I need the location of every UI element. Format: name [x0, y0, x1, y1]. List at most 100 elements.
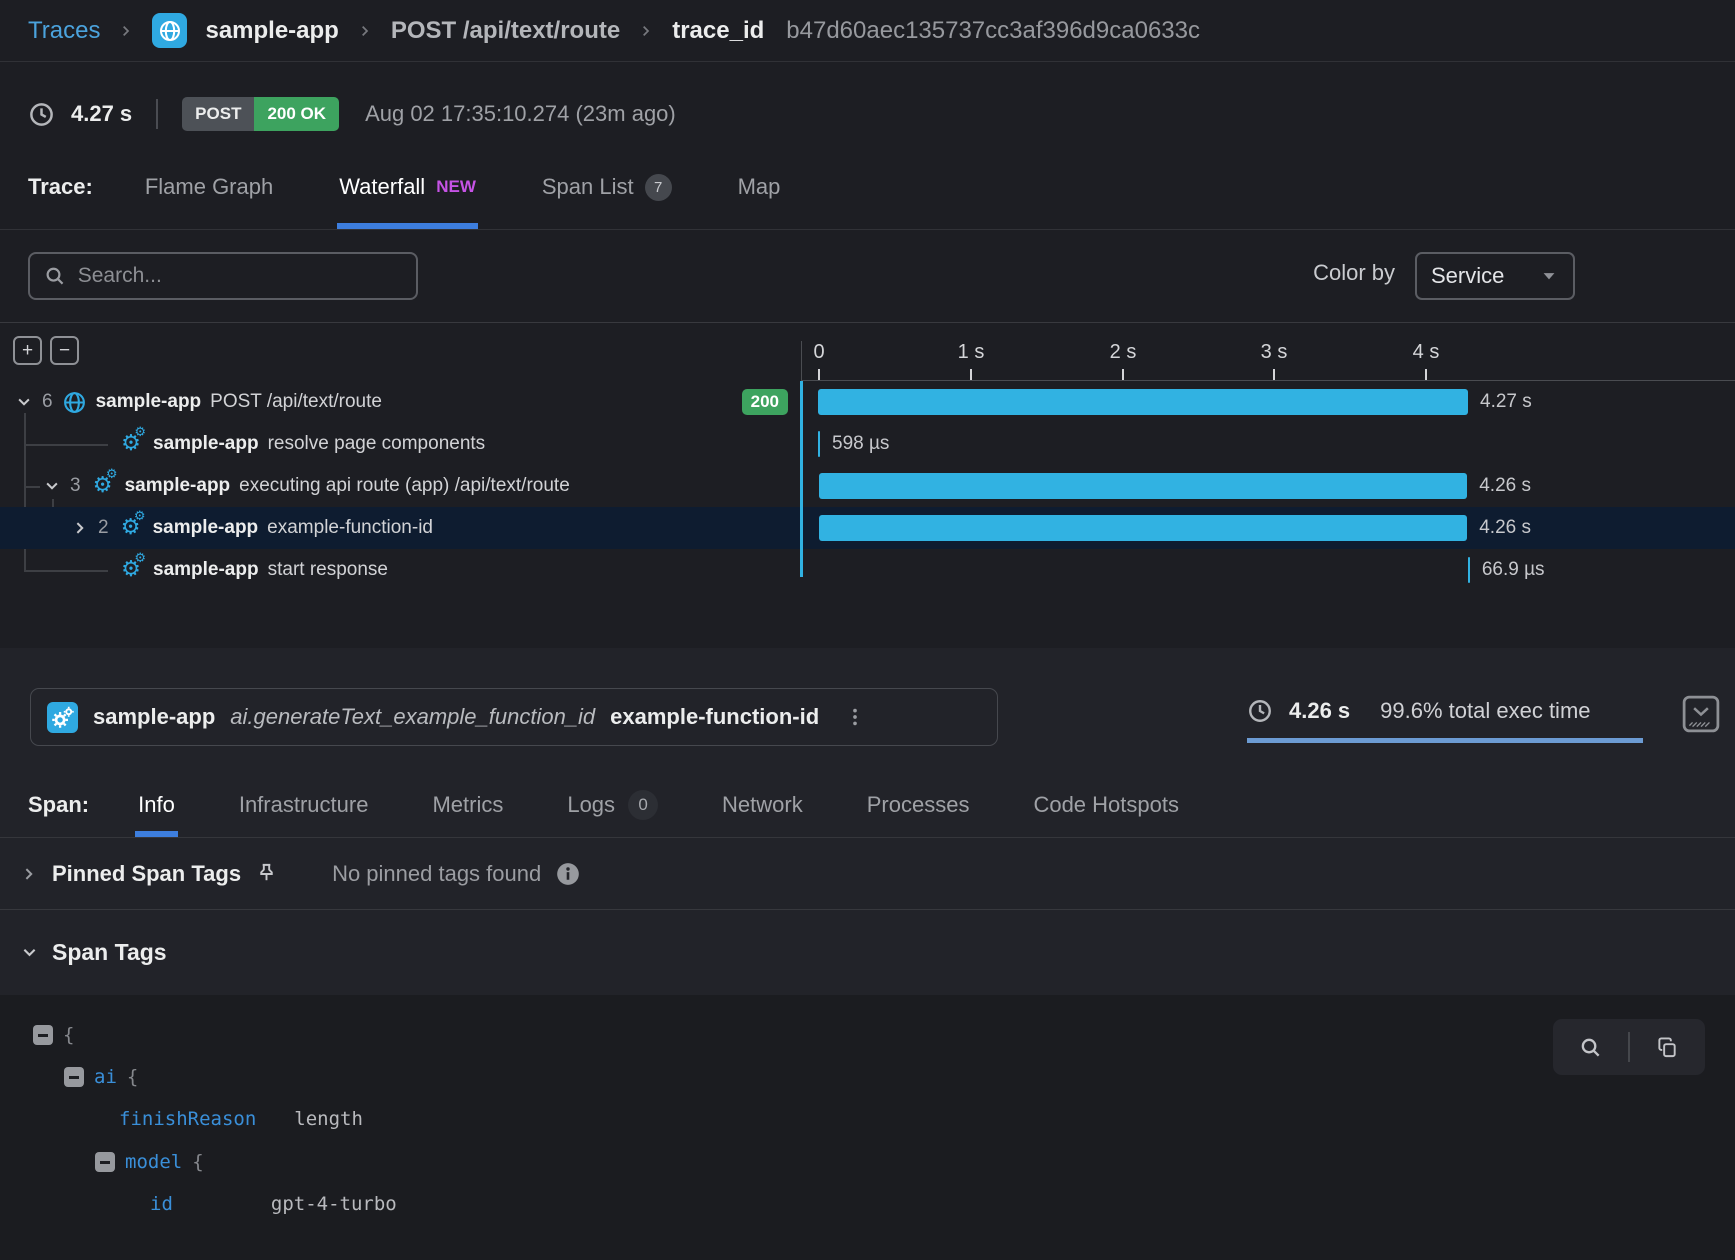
- span-bar[interactable]: [819, 515, 1467, 541]
- tab-logs[interactable]: Logs 0: [564, 772, 661, 837]
- collapse-panel-icon[interactable]: [1682, 695, 1720, 733]
- tab-waterfall[interactable]: Waterfall NEW: [339, 145, 476, 229]
- collapse-node-icon[interactable]: [95, 1152, 115, 1172]
- span-row[interactable]: 3 ⚙⚙ sample-app executing api route (app…: [0, 465, 1735, 507]
- copy-icon: [1656, 1036, 1679, 1059]
- json-search-button[interactable]: [1553, 1019, 1628, 1075]
- tab-label: Processes: [867, 792, 970, 818]
- tab-flame-graph[interactable]: Flame Graph: [145, 145, 273, 229]
- logs-count-badge: 0: [628, 790, 658, 820]
- chevron-right-icon: [118, 23, 134, 39]
- axis-tick-label: 2 s: [1110, 341, 1137, 364]
- span-duration: 4.26 s: [1479, 517, 1531, 539]
- tab-map[interactable]: Map: [738, 145, 781, 229]
- color-by-select[interactable]: Service: [1415, 252, 1575, 300]
- tab-info[interactable]: Info: [135, 772, 178, 837]
- tab-metrics[interactable]: Metrics: [429, 772, 506, 837]
- caret-down-icon: [1539, 266, 1559, 286]
- tab-label: Code Hotspots: [1033, 792, 1179, 818]
- timeline-cell: 4.26 s: [801, 507, 1735, 549]
- tab-label: Logs: [567, 792, 615, 818]
- json-copy-button[interactable]: [1630, 1019, 1705, 1075]
- info-icon[interactable]: [555, 861, 581, 887]
- child-count: 2: [98, 517, 109, 539]
- axis-tick-mark: [1122, 369, 1124, 380]
- tab-label: Waterfall: [339, 174, 425, 200]
- span-row[interactable]: ⚙⚙ sample-app resolve page components 59…: [0, 423, 1735, 465]
- span-row[interactable]: 6 sample-app POST /api/text/route 200 4.…: [0, 381, 1735, 423]
- chevron-right-icon: [638, 23, 654, 39]
- exec-time-percent: 99.6% total exec time: [1380, 698, 1590, 724]
- tree-expand-controls: + −: [13, 336, 79, 365]
- color-by-label: Color by: [1313, 260, 1395, 286]
- json-brace: {: [63, 1024, 74, 1046]
- span-detail-panel: sample-app ai.generateText_example_funct…: [0, 648, 1735, 1260]
- chevron-right-icon[interactable]: [20, 865, 38, 883]
- tab-label: Span List: [542, 174, 634, 200]
- collapse-node-icon[interactable]: [64, 1067, 84, 1087]
- pinned-span-tags-row[interactable]: Pinned Span Tags No pinned tags found: [0, 838, 1735, 910]
- collapse-all-button[interactable]: −: [50, 336, 79, 365]
- span-card-resource: example-function-id: [610, 704, 819, 730]
- kebab-menu-icon[interactable]: [844, 706, 866, 728]
- span-duration: 598 µs: [832, 433, 889, 455]
- breadcrumb-trace-id-label: trace_id: [672, 17, 764, 45]
- json-node-root: {: [33, 1015, 74, 1055]
- span-row[interactable]: ⚙⚙ sample-app start response 66.9 µs: [0, 549, 1735, 591]
- axis-tick-label: 3 s: [1261, 341, 1288, 364]
- span-bar[interactable]: [818, 431, 820, 457]
- pinned-empty-text: No pinned tags found: [332, 861, 541, 887]
- span-tags-header[interactable]: Span Tags: [0, 910, 1735, 995]
- selected-span-card[interactable]: sample-app ai.generateText_example_funct…: [30, 688, 998, 746]
- span-tabs-label: Span:: [28, 792, 89, 818]
- span-row-selected[interactable]: 2 ⚙⚙ sample-app example-function-id 4.26…: [0, 507, 1735, 549]
- service-globe-icon: [152, 13, 187, 48]
- tab-code-hotspots[interactable]: Code Hotspots: [1030, 772, 1182, 837]
- span-service: sample-app: [153, 517, 259, 539]
- tab-label: Metrics: [432, 792, 503, 818]
- span-bar[interactable]: [819, 473, 1467, 499]
- child-count: 6: [42, 391, 53, 413]
- json-node-model: model {: [95, 1142, 204, 1182]
- breadcrumb-resource[interactable]: POST /api/text/route: [391, 17, 620, 45]
- span-bar[interactable]: [1468, 557, 1470, 583]
- span-duration: 4.26 s: [1479, 475, 1531, 497]
- span-card-operation: ai.generateText_example_function_id: [230, 704, 595, 730]
- tab-infrastructure[interactable]: Infrastructure: [236, 772, 372, 837]
- span-bar[interactable]: [818, 389, 1468, 415]
- search-box[interactable]: [28, 252, 418, 300]
- tab-label: Infrastructure: [239, 792, 369, 818]
- trace-timestamp: Aug 02 17:35:10.274 (23m ago): [365, 101, 676, 127]
- json-leaf-finish-reason: finishReason length: [119, 1099, 363, 1139]
- gears-icon: ⚙⚙: [118, 559, 144, 581]
- json-brace: {: [127, 1066, 138, 1088]
- axis-tick-label: 0: [813, 341, 824, 364]
- breadcrumb: Traces sample-app POST /api/text/route t…: [0, 0, 1735, 62]
- pinned-span-tags-title: Pinned Span Tags: [52, 861, 241, 887]
- json-leaf-model-id: id gpt-4-turbo: [150, 1184, 397, 1224]
- tab-processes[interactable]: Processes: [864, 772, 973, 837]
- timeline-cell: 66.9 µs: [801, 549, 1735, 591]
- span-service: sample-app: [96, 391, 202, 413]
- chevron-down-icon[interactable]: [20, 943, 39, 962]
- pin-icon: [255, 862, 278, 885]
- breadcrumb-service[interactable]: sample-app: [205, 17, 338, 45]
- color-by-value: Service: [1431, 263, 1504, 289]
- chevron-down-icon[interactable]: [43, 477, 61, 495]
- exec-time-bar: [1247, 738, 1643, 743]
- chevron-down-icon[interactable]: [15, 393, 33, 411]
- json-key: ai: [94, 1066, 117, 1088]
- timeline-axis: 0 1 s 2 s 3 s 4 s: [801, 341, 1735, 381]
- span-service: sample-app: [153, 433, 259, 455]
- search-input[interactable]: [78, 264, 402, 288]
- tab-span-list[interactable]: Span List 7: [542, 145, 672, 229]
- timeline-cell: 598 µs: [801, 423, 1735, 465]
- chevron-right-icon[interactable]: [71, 519, 89, 537]
- collapse-node-icon[interactable]: [33, 1025, 53, 1045]
- expand-all-button[interactable]: +: [13, 336, 42, 365]
- json-brace: {: [192, 1151, 203, 1173]
- trace-page: Traces sample-app POST /api/text/route t…: [0, 0, 1735, 1260]
- tab-label: Network: [722, 792, 803, 818]
- breadcrumb-traces-link[interactable]: Traces: [28, 17, 100, 45]
- tab-network[interactable]: Network: [719, 772, 806, 837]
